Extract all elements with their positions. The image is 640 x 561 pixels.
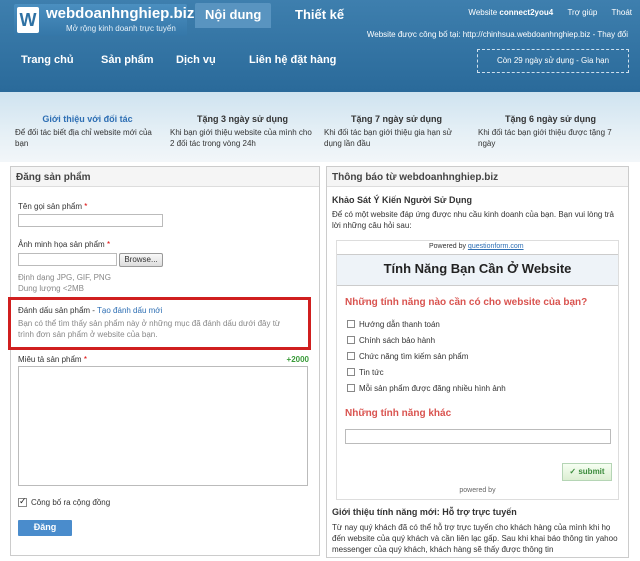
promo-item[interactable]: Tặng 6 ngày sử dụng Khi đối tác bạn giới… [478, 114, 623, 149]
tab-design[interactable]: Thiết kế [285, 3, 354, 28]
powered-by: Powered by questionform.com [429, 243, 524, 250]
format-hint: Định dạng JPG, GIF, PNG [18, 273, 111, 282]
other-features-input[interactable] [345, 429, 611, 444]
news-body: Từ nay quý khách đã có thể hỗ trợ trực t… [332, 523, 618, 554]
help-link[interactable]: Trợ giúp [567, 8, 597, 17]
logo[interactable]: W webdoanhnghiep.biz Mở rộng kinh doanh … [14, 4, 194, 36]
product-image-label-text: Ảnh minh họa sản phẩm [18, 240, 105, 249]
size-hint: Dung lượng <2MB [18, 284, 84, 293]
checkbox-box[interactable] [347, 384, 355, 392]
survey-submit-button[interactable]: ✓ submit [562, 463, 612, 481]
logo-icon: W [17, 7, 39, 33]
top-header: W webdoanhnghiep.biz Mở rộng kinh doanh … [0, 0, 640, 92]
form-title: Tính Năng Bạn Cần Ở Website [383, 261, 572, 276]
promo-desc: Khi đối tác bạn giới thiệu được tặng 7 n… [478, 128, 612, 148]
survey-title: Khảo Sát Ý Kiến Người Sử Dụng [332, 195, 472, 205]
publish-checkbox[interactable] [18, 496, 27, 507]
option-label: Chức năng tìm kiếm sản phẩm [359, 352, 469, 361]
promo-title: Tặng 3 ngày sử dụng [196, 114, 289, 124]
file-path-input[interactable] [18, 253, 117, 266]
product-image-label: Ảnh minh họa sản phẩm * [18, 240, 110, 249]
option-label: Tin tức [359, 368, 384, 377]
survey-intro: Để có một website đáp ứng được nhu cầu k… [332, 210, 614, 230]
logo-name: webdoanhnghiep.biz [46, 5, 195, 22]
char-counter: +2000 [286, 355, 309, 364]
required-mark: * [83, 355, 87, 364]
option-label: Mỗi sản phẩm được đăng nhiều hình ảnh [359, 384, 506, 393]
nav-services[interactable]: Dịch vụ [176, 54, 216, 66]
logo-tagline: Mở rộng kinh doanh trực tuyến [66, 24, 176, 33]
nav-products[interactable]: Sản phẩm [101, 54, 154, 66]
logout-link[interactable]: Thoát [612, 8, 632, 17]
checkbox-box[interactable] [347, 368, 355, 376]
checkbox-box[interactable] [347, 352, 355, 360]
promo-title: Giới thiệu với đối tác [42, 114, 133, 124]
option-checkbox[interactable]: Hướng dẫn thanh toán [347, 320, 440, 329]
promo-title: Tặng 6 ngày sử dụng [504, 114, 597, 124]
option-checkbox[interactable]: Tin tức [347, 368, 384, 377]
promo-desc: Khi đối tác bạn giới thiệu gia hạn sử dụ… [324, 128, 453, 148]
promo-title: Tặng 7 ngày sử dụng [350, 114, 443, 124]
question-heading: Những tính năng nào cần có cho website c… [345, 297, 588, 308]
description-label: Miêu tả sản phẩm * [18, 355, 87, 364]
required-mark: * [84, 202, 88, 211]
news-title: Giới thiệu tính năng mới: Hỗ trợ trực tu… [332, 507, 517, 517]
browse-button[interactable]: Browse... [119, 253, 163, 267]
description-label-text: Miêu tả sản phẩm [18, 355, 82, 364]
promo-desc: Để đối tác biết địa chỉ website mới của … [15, 128, 152, 148]
publish-label: Công bố ra cộng đồng [31, 498, 111, 507]
published-info[interactable]: Website được công bố tại: http://chinhsu… [367, 30, 628, 39]
description-textarea[interactable] [18, 366, 308, 486]
website-label: Website [468, 8, 498, 17]
post-button[interactable]: Đăng [18, 520, 72, 536]
promo-banner: Giới thiệu với đối tác Để đối tác biết đ… [0, 92, 640, 162]
option-checkbox[interactable]: Chức năng tìm kiếm sản phẩm [347, 352, 468, 361]
product-name-label-text: Tên gọi sản phẩm [18, 202, 83, 211]
product-name-label: Tên gọi sản phẩm * [18, 202, 87, 211]
product-name-input[interactable] [18, 214, 163, 227]
promo-item[interactable]: Tặng 7 ngày sử dụng Khi đối tác bạn giới… [324, 114, 469, 149]
submit-label: submit [578, 467, 605, 476]
nav-contact-order[interactable]: Liên hệ đặt hàng [249, 54, 336, 66]
promo-desc: Khi bạn giới thiệu website của mình cho … [170, 128, 312, 148]
checkbox-box[interactable] [347, 320, 355, 328]
promo-item[interactable]: Giới thiệu với đối tác Để đối tác biết đ… [15, 114, 160, 149]
option-label: Hướng dẫn thanh toán [359, 320, 440, 329]
powered-bottom: powered by [459, 487, 496, 494]
post-product-panel: Đăng sản phẩm Tên gọi sản phẩm * Ảnh min… [8, 166, 320, 556]
promo-item[interactable]: Tặng 3 ngày sử dụng Khi bạn giới thiệu w… [170, 114, 315, 149]
required-mark: * [106, 240, 111, 249]
highlight-box [8, 297, 311, 350]
panel-heading: Thông báo từ webdoanhnghiep.biz [327, 167, 628, 187]
account-links: Website connect2you4 Trợ giúp Thoát [456, 8, 632, 17]
questionform-link[interactable]: questionform.com [468, 243, 524, 250]
nav-home[interactable]: Trang chủ [21, 54, 74, 66]
option-checkbox[interactable]: Chính sách bảo hành [347, 336, 435, 345]
powered-prefix: Powered by [429, 243, 466, 250]
survey-form: Powered by questionform.com Tính Năng Bạ… [336, 240, 619, 500]
question-heading: Những tính năng khác [345, 408, 452, 419]
option-label: Chính sách bảo hành [359, 336, 436, 345]
remaining-days[interactable]: Còn 29 ngày sử dụng - Gia hạn [477, 49, 629, 73]
checkbox-box[interactable] [347, 336, 355, 344]
panel-heading: Đăng sản phẩm [11, 167, 319, 187]
option-checkbox[interactable]: Mỗi sản phẩm được đăng nhiều hình ảnh [347, 384, 506, 393]
website-name[interactable]: connect2you4 [499, 8, 553, 17]
tab-content[interactable]: Nội dung [195, 3, 272, 28]
